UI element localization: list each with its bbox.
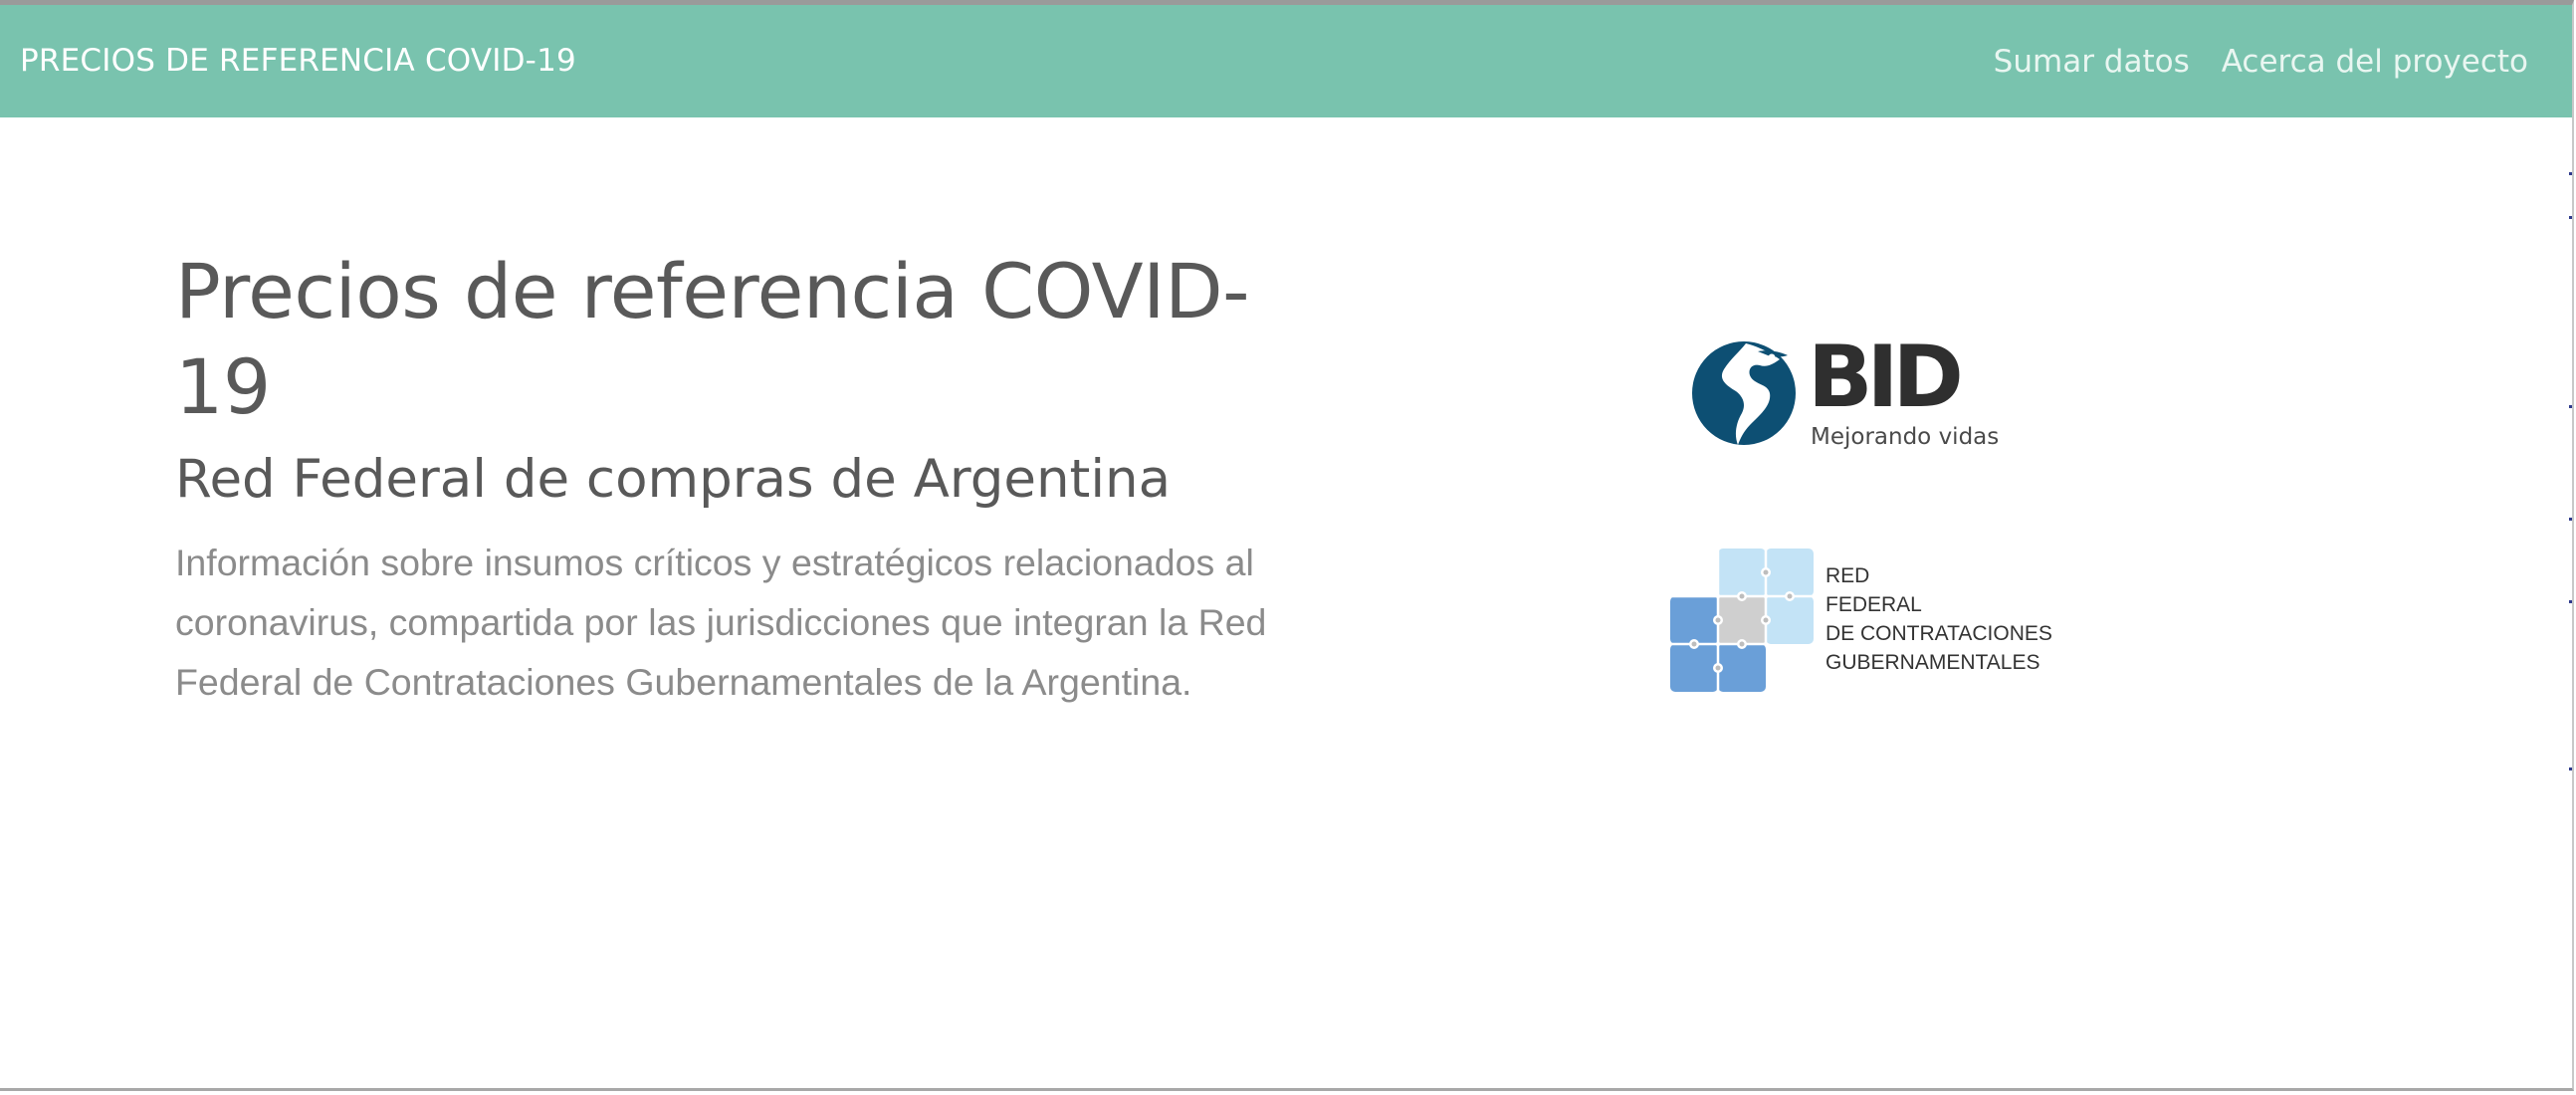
- edge-marker: [2569, 216, 2572, 219]
- navbar-links: Sumar datos Acerca del proyecto: [1994, 5, 2528, 117]
- nav-link-acerca-del-proyecto[interactable]: Acerca del proyecto: [2222, 44, 2528, 80]
- red-federal-logo: RED FEDERAL DE CONTRATACIONES GUBERNAMEN…: [1668, 547, 2086, 696]
- browser-viewport: PRECIOS DE REFERENCIA COVID-19 Sumar dat…: [0, 0, 2574, 1091]
- bid-logo: BID Mejorando vidas: [1688, 326, 2027, 465]
- edge-marker: [2569, 767, 2572, 770]
- red-federal-line: GUBERNAMENTALES: [1825, 651, 2040, 674]
- hero-description: Información sobre insumos críticos y est…: [175, 542, 1267, 703]
- page-title: Precios de referencia COVID-19: [175, 247, 1250, 431]
- red-federal-line: DE CONTRATACIONES: [1825, 622, 2052, 645]
- red-federal-line: RED: [1825, 564, 1870, 587]
- edge-marker: [2569, 518, 2572, 521]
- americas-globe-icon: [1692, 341, 1796, 445]
- edge-marker: [2569, 172, 2572, 175]
- navbar: PRECIOS DE REFERENCIA COVID-19 Sumar dat…: [0, 5, 2572, 117]
- red-federal-text: RED FEDERAL DE CONTRATACIONES GUBERNAMEN…: [1825, 561, 2052, 677]
- bid-wordmark: BID: [1808, 328, 1964, 427]
- edge-marker: [2569, 405, 2572, 408]
- hero-section: Precios de referencia COVID-19 Red Feder…: [175, 244, 1290, 712]
- nav-link-sumar-datos[interactable]: Sumar datos: [1994, 44, 2190, 80]
- page-subtitle: Red Federal de compras de Argentina: [175, 449, 1172, 510]
- puzzle-pieces-icon: [1670, 548, 1814, 692]
- navbar-brand-link[interactable]: PRECIOS DE REFERENCIA COVID-19: [20, 5, 576, 117]
- red-federal-line: FEDERAL: [1825, 593, 1922, 616]
- bid-tagline: Mejorando vidas: [1811, 424, 2000, 450]
- edge-marker: [2569, 600, 2572, 603]
